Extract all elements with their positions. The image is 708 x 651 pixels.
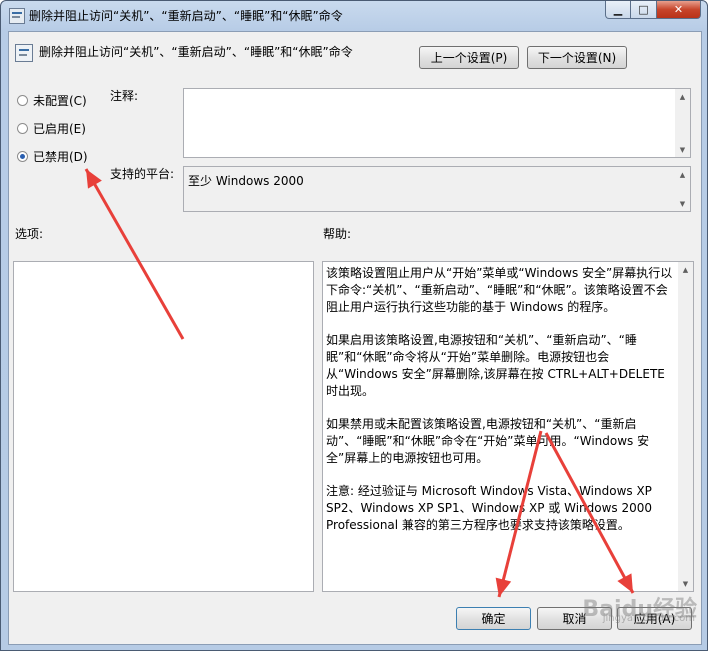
annotation-arrow-group — [84, 168, 635, 598]
annotation-arrow-line — [544, 432, 635, 594]
annotation-arrow-line — [84, 168, 185, 340]
annotation-arrow-head — [495, 577, 512, 597]
watermark-url: jingyan.baidu.com — [602, 613, 695, 624]
policy-dialog-window: 删除并阻止访问“关机”、“重新启动”、“睡眠”和“休眠”命令 ▁ □ ✕ 删除并… — [0, 0, 708, 651]
annotation-arrows — [84, 168, 635, 598]
annotation-arrow-line — [497, 430, 543, 598]
